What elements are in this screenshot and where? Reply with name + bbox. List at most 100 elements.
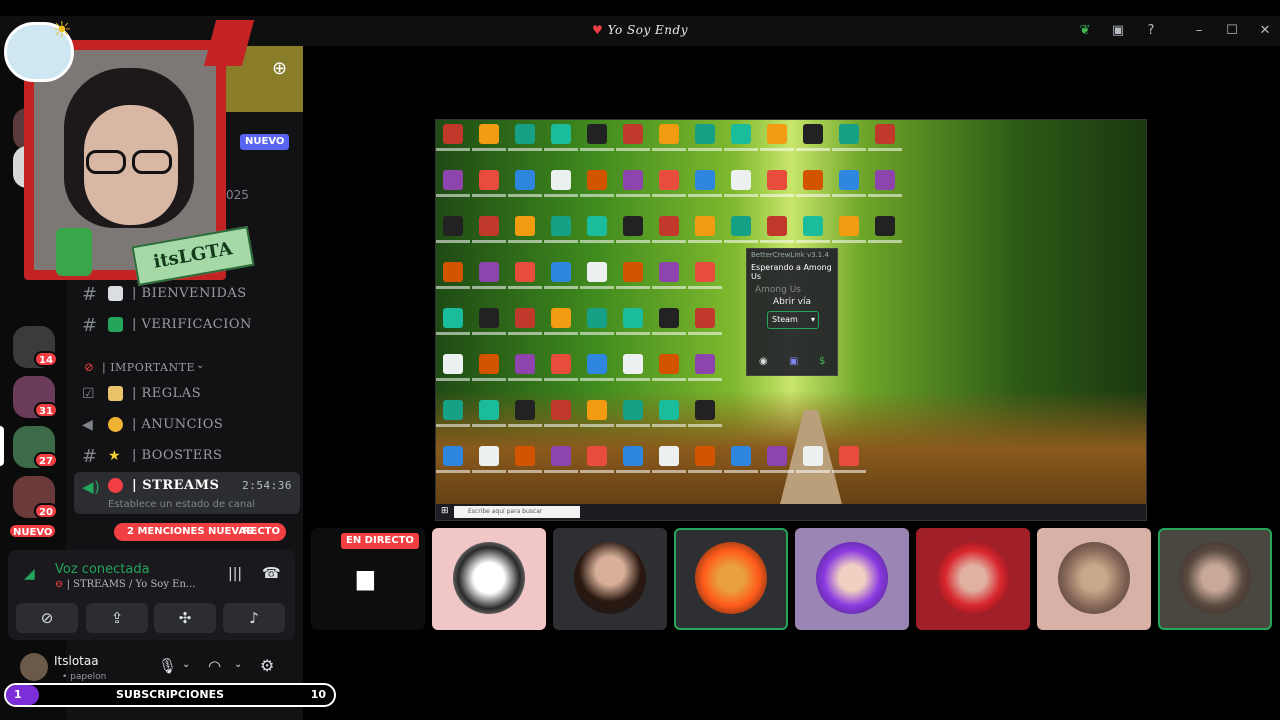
chevron-down-icon[interactable]: ⌄	[182, 659, 190, 670]
desktop-shortcut-icon[interactable]	[587, 446, 607, 466]
screen-share-stream[interactable]: BetterCrewLink v3.1.4 Esperando a Among …	[435, 119, 1147, 521]
desktop-shortcut-icon[interactable]	[731, 124, 751, 144]
participant-tile-speaking[interactable]	[1158, 528, 1272, 630]
desktop-shortcut-icon[interactable]	[515, 400, 535, 420]
desktop-shortcut-icon[interactable]	[695, 400, 715, 420]
bettercrewlink-window[interactable]: BetterCrewLink v3.1.4 Esperando a Among …	[746, 248, 838, 376]
participant-tile[interactable]	[795, 528, 909, 630]
desktop-shortcut-icon[interactable]	[839, 216, 859, 236]
activities-button[interactable]: ✣	[154, 603, 216, 633]
desktop-shortcut-icon[interactable]	[443, 216, 463, 236]
minimize-icon[interactable]: –	[1190, 22, 1208, 40]
github-icon[interactable]: ◉	[759, 356, 768, 367]
participant-tile-speaking[interactable]	[674, 528, 788, 630]
screen-share-button[interactable]: ⇪	[86, 603, 148, 633]
inbox-icon[interactable]: ▣	[1109, 22, 1127, 40]
voice-channel-name[interactable]: ⊖ | STREAMS / Yo Soy En...	[55, 579, 195, 590]
desktop-shortcut-icon[interactable]	[515, 308, 535, 328]
participant-tile[interactable]	[432, 528, 546, 630]
desktop-shortcut-icon[interactable]	[587, 124, 607, 144]
desktop-shortcut-icon[interactable]	[587, 354, 607, 374]
participant-tile[interactable]	[553, 528, 667, 630]
desktop-shortcut-icon[interactable]	[443, 124, 463, 144]
leaf-icon[interactable]: ❦	[1076, 22, 1094, 40]
desktop-shortcut-icon[interactable]	[695, 354, 715, 374]
desktop-shortcut-icon[interactable]	[479, 216, 499, 236]
desktop-shortcut-icon[interactable]	[551, 170, 571, 190]
desktop-shortcut-icon[interactable]	[659, 170, 679, 190]
desktop-shortcut-icon[interactable]	[767, 446, 787, 466]
desktop-shortcut-icon[interactable]	[731, 446, 751, 466]
desktop-shortcut-icon[interactable]	[731, 170, 751, 190]
channel-boosters[interactable]: # ★ | BOOSTERS	[74, 442, 300, 470]
desktop-shortcut-icon[interactable]	[623, 354, 643, 374]
desktop-shortcut-icon[interactable]	[623, 400, 643, 420]
desktop-shortcut-icon[interactable]	[623, 170, 643, 190]
category-importante[interactable]: ⊘ | IMPORTANTE ⌄	[74, 354, 300, 382]
desktop-shortcut-icon[interactable]	[551, 262, 571, 282]
desktop-shortcut-icon[interactable]	[803, 170, 823, 190]
participant-tile[interactable]	[916, 528, 1030, 630]
desktop-shortcut-icon[interactable]	[803, 216, 823, 236]
close-icon[interactable]: ✕	[1256, 22, 1274, 40]
desktop-shortcut-icon[interactable]	[695, 124, 715, 144]
desktop-shortcut-icon[interactable]	[479, 446, 499, 466]
desktop-shortcut-icon[interactable]	[479, 400, 499, 420]
desktop-shortcut-icon[interactable]	[587, 262, 607, 282]
desktop-shortcut-icon[interactable]	[659, 216, 679, 236]
desktop-shortcut-icon[interactable]	[515, 170, 535, 190]
maximize-icon[interactable]: ☐	[1223, 22, 1241, 40]
desktop-shortcut-icon[interactable]	[443, 446, 463, 466]
desktop-shortcut-icon[interactable]	[803, 446, 823, 466]
microphone-icon[interactable]: 🎙	[158, 657, 177, 675]
desktop-shortcut-icon[interactable]	[551, 446, 571, 466]
desktop-shortcut-icon[interactable]	[623, 124, 643, 144]
desktop-shortcut-icon[interactable]	[587, 170, 607, 190]
channel-reglas[interactable]: ☑ | REGLAS	[74, 380, 300, 408]
desktop-shortcut-icon[interactable]	[839, 170, 859, 190]
desktop-shortcut-icon[interactable]	[839, 446, 859, 466]
desktop-shortcut-icon[interactable]	[839, 124, 859, 144]
desktop-shortcut-icon[interactable]	[695, 170, 715, 190]
desktop-shortcut-icon[interactable]	[479, 354, 499, 374]
desktop-shortcut-icon[interactable]	[695, 216, 715, 236]
settings-gear-icon[interactable]: ⚙	[260, 656, 274, 675]
desktop-shortcut-icon[interactable]	[659, 354, 679, 374]
channel-streams[interactable]: ◀) | STREAMS 2:54:36 Establece un estado…	[74, 472, 300, 514]
desktop-shortcut-icon[interactable]	[875, 216, 895, 236]
desktop-shortcut-icon[interactable]	[731, 216, 751, 236]
desktop-shortcut-icon[interactable]	[515, 354, 535, 374]
new-mentions-pill[interactable]: 2 MENCIONES NUEVAS RECTO	[114, 523, 286, 541]
desktop-shortcut-icon[interactable]	[443, 354, 463, 374]
desktop-shortcut-icon[interactable]	[623, 216, 643, 236]
desktop-shortcut-icon[interactable]	[659, 308, 679, 328]
desktop-shortcut-icon[interactable]	[623, 262, 643, 282]
desktop-shortcut-icon[interactable]	[587, 216, 607, 236]
desktop-shortcut-icon[interactable]	[767, 124, 787, 144]
desktop-shortcut-icon[interactable]	[659, 124, 679, 144]
camera-off-button[interactable]: ⊘	[16, 603, 78, 633]
desktop-shortcut-icon[interactable]	[515, 124, 535, 144]
discord-icon[interactable]: ▣	[789, 356, 798, 367]
chevron-down-icon[interactable]: ⌄	[234, 659, 242, 670]
desktop-shortcut-icon[interactable]	[803, 124, 823, 144]
desktop-shortcut-icon[interactable]	[695, 446, 715, 466]
soundboard-button[interactable]: ♪	[223, 603, 285, 633]
desktop-shortcut-icon[interactable]	[767, 170, 787, 190]
desktop-shortcut-icon[interactable]	[479, 124, 499, 144]
signal-icon[interactable]: ◢	[24, 566, 35, 582]
desktop-shortcut-icon[interactable]	[443, 170, 463, 190]
desktop-shortcut-icon[interactable]	[551, 124, 571, 144]
desktop-shortcut-icon[interactable]	[515, 446, 535, 466]
noise-suppression-icon[interactable]: |||	[228, 566, 242, 582]
desktop-shortcut-icon[interactable]	[479, 170, 499, 190]
desktop-shortcut-icon[interactable]	[515, 216, 535, 236]
desktop-shortcut-icon[interactable]	[551, 354, 571, 374]
desktop-shortcut-icon[interactable]	[443, 262, 463, 282]
desktop-shortcut-icon[interactable]	[695, 262, 715, 282]
desktop-shortcut-icon[interactable]	[479, 308, 499, 328]
desktop-shortcut-icon[interactable]	[479, 262, 499, 282]
disconnect-icon[interactable]: ☎	[262, 564, 281, 582]
desktop-shortcut-icon[interactable]	[587, 400, 607, 420]
desktop-shortcut-icon[interactable]	[443, 400, 463, 420]
